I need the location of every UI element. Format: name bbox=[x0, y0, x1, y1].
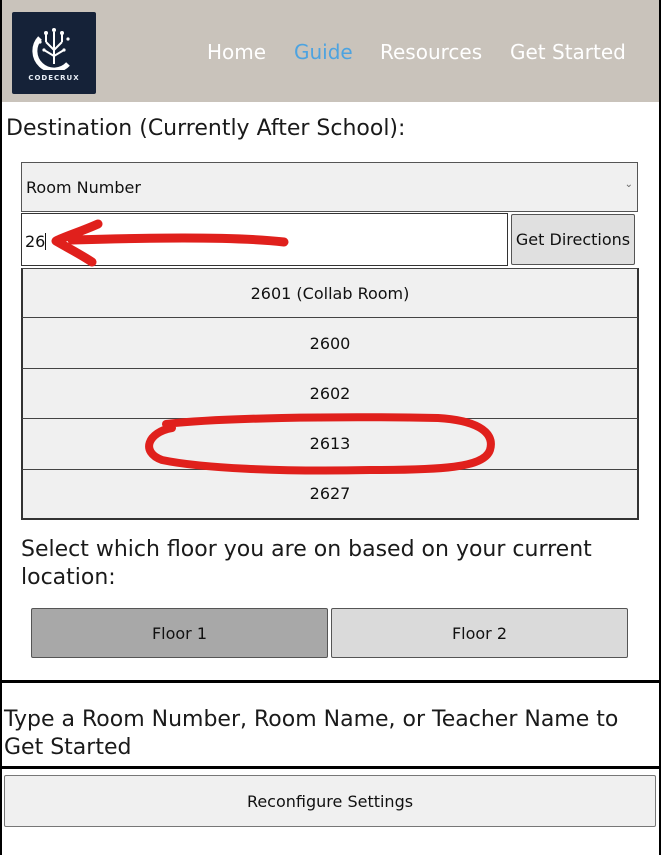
reconfigure-settings-button[interactable]: Reconfigure Settings bbox=[4, 775, 656, 827]
floor-heading: Select which floor you are on based on y… bbox=[21, 537, 592, 590]
nav-link-resources[interactable]: Resources bbox=[380, 40, 482, 64]
logo-text: CODECRUX bbox=[28, 74, 80, 82]
chevron-down-icon: ⌄ bbox=[624, 179, 633, 190]
text-caret bbox=[45, 233, 47, 250]
codecrux-logo[interactable]: CODECRUX bbox=[12, 12, 96, 94]
destination-type-select[interactable]: Room Number ⌄ bbox=[21, 162, 638, 212]
divider bbox=[2, 680, 659, 683]
select-value: Room Number bbox=[26, 177, 141, 197]
nav-link-get-started[interactable]: Get Started bbox=[510, 40, 626, 64]
floor-2-button[interactable]: Floor 2 bbox=[331, 608, 628, 658]
nav-link-guide[interactable]: Guide bbox=[294, 40, 353, 64]
destination-heading: Destination (Currently After School): bbox=[6, 116, 406, 141]
result-item[interactable]: 2613 bbox=[21, 419, 639, 470]
get-directions-button[interactable]: Get Directions bbox=[511, 214, 635, 265]
circuit-logo-icon bbox=[32, 28, 70, 70]
result-item[interactable]: 2601 (Collab Room) bbox=[21, 268, 639, 319]
search-results-list: 2601 (Collab Room) 2600 2602 2613 2627 bbox=[21, 268, 639, 520]
room-search-input[interactable]: 26 bbox=[21, 213, 508, 266]
result-item[interactable]: 2627 bbox=[21, 469, 639, 520]
navbar: CODECRUX Home Guide Resources Get Starte… bbox=[2, 0, 659, 102]
result-item[interactable]: 2602 bbox=[21, 368, 639, 420]
floor-1-button[interactable]: Floor 1 bbox=[31, 608, 328, 658]
help-text: Type a Room Number, Room Name, or Teache… bbox=[4, 707, 619, 760]
search-input-value: 26 bbox=[25, 232, 46, 251]
nav-link-home[interactable]: Home bbox=[207, 40, 266, 64]
divider bbox=[2, 766, 659, 769]
result-item[interactable]: 2600 bbox=[21, 318, 639, 369]
